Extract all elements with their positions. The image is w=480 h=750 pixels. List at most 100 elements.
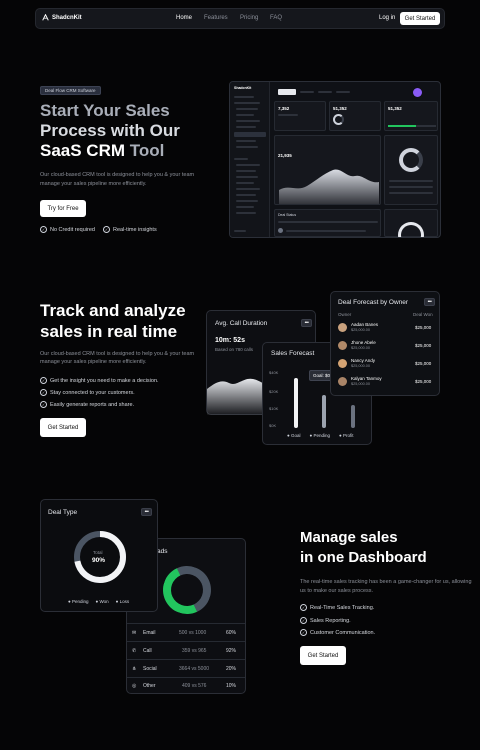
leads-donut (156, 559, 218, 621)
deal-forecast-owner-card: Deal Forecast by Owner ••• Owner Deal Wo… (330, 291, 440, 396)
section2-check-1: ✓ Get the insight you need to make a dec… (40, 377, 159, 384)
forecast-bar-pending (322, 395, 326, 428)
preview-stat-1: 7,352 (278, 106, 290, 111)
owner-name: Nancy Andy (351, 358, 376, 363)
preview-stat-2: 51,352 (333, 106, 347, 111)
owner-sub: $25,000.00 (351, 328, 371, 332)
preview-stat-card-2: 51,352 (329, 101, 381, 131)
nav-link-features[interactable]: Features (204, 15, 228, 21)
preview-stat-card-3: 51,352 (384, 101, 438, 131)
check-icon: ✓ (300, 604, 307, 611)
globe-icon: ◎ (132, 683, 137, 689)
phone-icon: ✆ (132, 648, 137, 654)
check-icon: ✓ (40, 401, 47, 408)
lead-row-call[interactable]: ✆ Call 359 vs 965 92% (127, 645, 245, 659)
owner-row[interactable]: Aadan Banes $25,000.00 $25,000 (338, 322, 434, 334)
sales-forecast-title: Sales Forecast (271, 350, 315, 357)
section2-check-2-label: Stay connected to your customers. (50, 389, 135, 396)
check-icon: ✓ (40, 377, 47, 384)
hero-title-line-3b: Tool (129, 141, 165, 160)
dashboard-preview: ShadcnKit 7,352 51,352 51,352 21,935 Dea… (229, 81, 441, 238)
nav-get-started-button[interactable]: Get Started (400, 12, 440, 25)
avatar (338, 377, 347, 386)
lead-row-other[interactable]: ◎ Other 409 vs 576 10% (127, 680, 245, 694)
brand-name: ShadcnKit (52, 14, 82, 21)
check-icon: ✓ (40, 389, 47, 396)
section3-check-3: ✓ Customer Communication. (300, 629, 375, 636)
preview-brand: ShadcnKit (234, 86, 252, 90)
lead-pct: 20% (226, 666, 237, 672)
nav-link-pricing[interactable]: Pricing (240, 15, 258, 21)
hero-check-1-label: No Credit required (50, 226, 95, 233)
forecast-bar-goal (294, 378, 298, 428)
check-icon: ✓ (300, 617, 307, 624)
preview-stat-card-1: 7,352 (274, 101, 326, 131)
legend-loss: Loss (119, 599, 130, 604)
section2-get-started-button[interactable]: Get Started (40, 418, 86, 437)
hero-check-2: ✓ Real-time insights (103, 226, 157, 233)
section3-check-1-label: Real-Time Sales Tracking. (310, 604, 375, 611)
top-navbar: ShadcnKit Home Features Pricing FAQ Log … (35, 8, 445, 29)
avg-call-title: Avg. Call Duration (215, 320, 268, 327)
legend-goal: Goal (290, 433, 301, 438)
nav-link-home[interactable]: Home (176, 15, 192, 21)
lead-range: 3664 vs 5000 (179, 666, 210, 672)
check-icon: ✓ (103, 226, 110, 233)
brand-logo[interactable]: ShadcnKit (42, 14, 82, 21)
section3-title: Manage sales in one Dashboard (300, 528, 470, 568)
section3-description: The real-time sales tracking has been a … (300, 579, 472, 594)
y-tick: $20K (269, 389, 279, 394)
section3-title-line-1: Manage sales (300, 529, 398, 546)
more-options-button[interactable]: ••• (301, 319, 312, 327)
avg-call-sub: Based on 780 calls (215, 347, 254, 352)
owner-card-title: Deal Forecast by Owner (338, 299, 409, 306)
preview-stat-3: 51,352 (388, 106, 402, 111)
preview-revenue-chart: 21,935 (274, 135, 381, 205)
lead-range: 359 vs 965 (182, 648, 207, 654)
section3-check-3-label: Customer Communication. (310, 629, 376, 636)
section2-check-3-label: Easily generate reports and share. (50, 401, 135, 408)
login-link[interactable]: Log in (379, 15, 395, 21)
owner-name: Kalyan Tanmoy (351, 376, 382, 381)
donut-center-label: Total (93, 550, 103, 555)
check-icon: ✓ (300, 629, 307, 636)
mail-icon: ✉ (132, 630, 137, 636)
lead-label: Other (143, 683, 156, 689)
forecast-bar-profit (351, 405, 355, 428)
y-tick: $10K (269, 406, 279, 411)
lead-pct: 10% (226, 683, 237, 689)
owner-row[interactable]: Nancy Andy $25,000.00 $25,000 (338, 358, 434, 370)
more-options-button[interactable]: ••• (141, 508, 152, 516)
owner-row[interactable]: Jhone Abele $25,000.00 $25,000 (338, 340, 434, 352)
preview-gauge-card (384, 209, 438, 237)
more-options-button[interactable]: ••• (424, 298, 435, 306)
forecast-legend: ● Goal ● Pending ● Profit (287, 433, 354, 438)
lead-pct: 60% (226, 630, 237, 636)
owner-won: $25,000 (415, 379, 432, 384)
hero-title: Start Your Sales Process with Our SaaS C… (40, 101, 220, 161)
owner-row[interactable]: Kalyan Tanmoy $25,000.00 $25,000 (338, 376, 434, 388)
hero-badge: Deal Flow CRM Software (40, 86, 101, 95)
owner-won: $25,000 (415, 343, 432, 348)
hero-check-1: ✓ No Credit required (40, 226, 95, 233)
section2-check-3: ✓ Easily generate reports and share. (40, 401, 134, 408)
preview-donut-card (384, 135, 438, 205)
lead-row-email[interactable]: ✉ Email 500 vs 1000 60% (127, 627, 245, 641)
section3-check-2: ✓ Sales Reporting. (300, 617, 351, 624)
preview-deal-status-title: Deal Status (278, 213, 297, 217)
nav-link-faq[interactable]: FAQ (270, 15, 282, 21)
section2-title: Track and analyze sales in real time (40, 300, 230, 342)
legend-pending: Pending (71, 599, 89, 604)
section3-get-started-button[interactable]: Get Started (300, 646, 346, 665)
y-tick: $40K (269, 370, 279, 375)
hero-description: Our cloud-based CRM tool is designed to … (40, 172, 195, 187)
section2-description: Our cloud-based CRM tool is designed to … (40, 351, 195, 365)
owner-name: Jhone Abele (351, 340, 376, 345)
avatar (338, 359, 347, 368)
preview-deal-status: Deal Status (274, 209, 381, 237)
section3-check-2-label: Sales Reporting. (310, 617, 351, 624)
lead-row-social[interactable]: ⋔ Social 3664 vs 5000 20% (127, 663, 245, 677)
try-free-button[interactable]: Try for Free (40, 200, 86, 217)
donut-center-value: 90% (92, 557, 106, 564)
lead-range: 409 vs 576 (182, 683, 207, 689)
